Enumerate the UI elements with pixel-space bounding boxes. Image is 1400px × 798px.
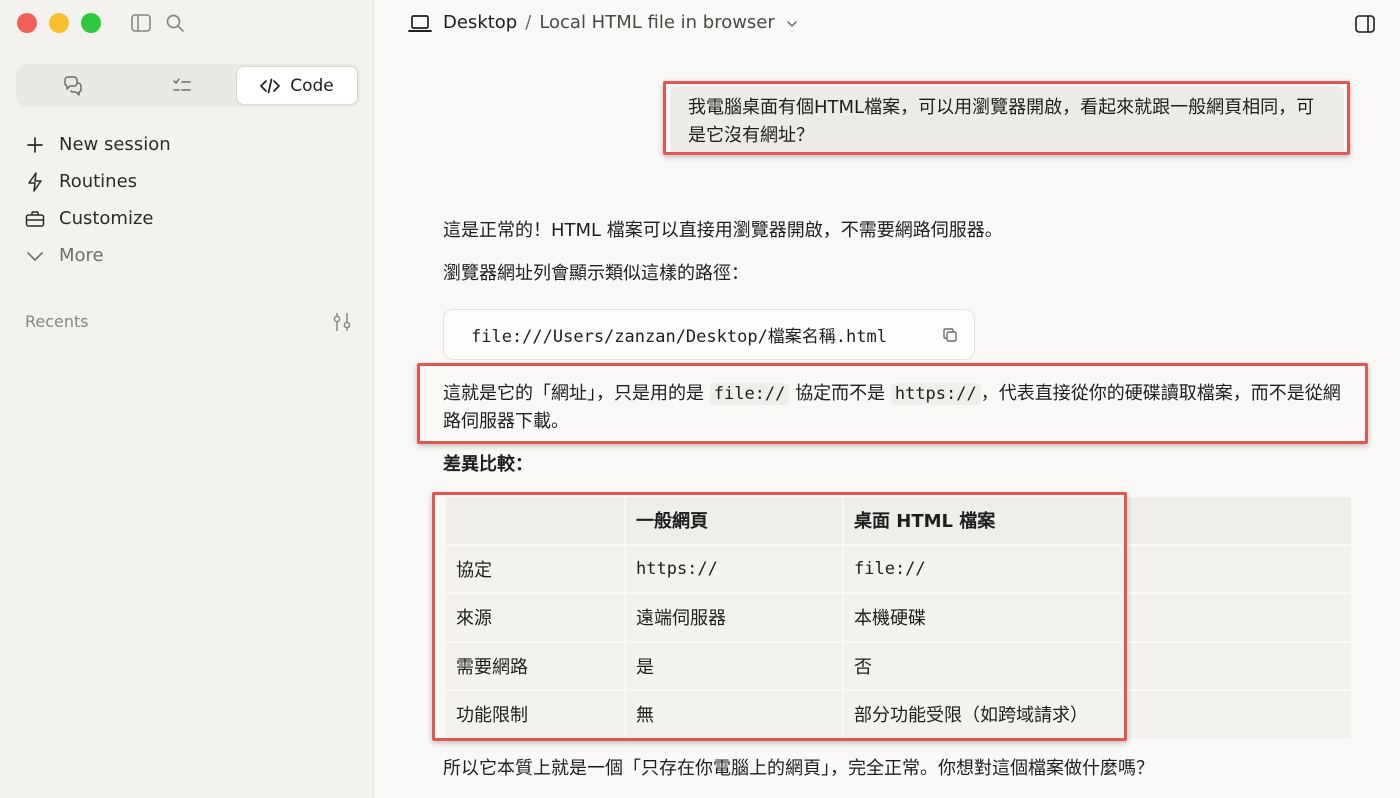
inline-code: https://: [890, 383, 981, 405]
table-filler-cell: [1124, 497, 1353, 546]
code-block: file:///Users/zanzan/Desktop/檔案名稱.html: [443, 309, 975, 360]
table-header-cell: 桌面 HTML 檔案: [844, 497, 1124, 546]
laptop-icon: [408, 14, 432, 34]
chevron-down-icon[interactable]: [787, 12, 797, 33]
checklist-icon: [171, 76, 193, 96]
table-row: 功能限制 無 部分功能受限（如跨域請求）: [446, 691, 1353, 740]
code-mode-label: Code: [290, 75, 334, 96]
table-cell: 功能限制: [446, 691, 626, 740]
sidebar-item-new-session[interactable]: New session: [24, 126, 354, 163]
breadcrumb-current[interactable]: Local HTML file in browser: [539, 12, 774, 33]
sidebar-nav: New session Routines Customize More: [24, 126, 354, 274]
side-panel-toggle-icon[interactable]: [1354, 14, 1376, 34]
breadcrumb-root[interactable]: Desktop: [443, 12, 517, 33]
sidebar-item-label: Routines: [59, 171, 138, 192]
code-text: file:///Users/zanzan/Desktop/檔案名稱.html: [471, 327, 887, 347]
table-cell: 協定: [446, 545, 626, 594]
chevron-down-icon: [24, 245, 46, 267]
table-row: 協定 https:// file://: [446, 545, 1353, 594]
table-cell: https://: [626, 545, 844, 594]
briefcase-icon: [24, 208, 46, 230]
mode-switcher: Code: [16, 64, 360, 107]
sidebar-toggle-icon[interactable]: [131, 14, 151, 32]
chat-bubbles-icon: [62, 75, 84, 96]
table-row: 需要網路 是 否: [446, 642, 1353, 691]
recents-heading: Recents: [25, 312, 89, 331]
reply-paragraph: 這是正常的！HTML 檔案可以直接用瀏覽器開啟，不需要網路伺服器。: [443, 220, 1003, 241]
search-icon[interactable]: [165, 13, 185, 33]
table-cell: 遠端伺服器: [626, 594, 844, 643]
sidebar-item-label: More: [59, 245, 104, 266]
user-message: 我電腦桌面有個HTML檔案，可以用瀏覽器開啟，看起來就跟一般網頁相同，可是它沒有…: [670, 86, 1344, 154]
chat-mode-tab[interactable]: [18, 66, 127, 105]
lightning-icon: [24, 171, 46, 193]
sidebar-item-more[interactable]: More: [24, 237, 354, 274]
breadcrumb[interactable]: Desktop / Local HTML file in browser: [443, 12, 797, 33]
sidebar-item-customize[interactable]: Customize: [24, 200, 354, 237]
table-cell: 部分功能受限（如跨域請求）: [844, 691, 1124, 740]
table-filler-cell: [1124, 642, 1353, 691]
table-cell: 否: [844, 642, 1124, 691]
sidebar-item-routines[interactable]: Routines: [24, 163, 354, 200]
reply-paragraph: 這就是它的「網址」，只是用的是 file:// 協定而不是 https://，代…: [443, 380, 1353, 436]
text-segment: 這就是它的「網址」，只是用的是: [443, 383, 710, 404]
table-filler-cell: [1124, 594, 1353, 643]
minimize-window-button[interactable]: [49, 13, 69, 33]
table-filler-cell: [1124, 545, 1353, 594]
reply-paragraph: 瀏覽器網址列會顯示類似這樣的路徑：: [443, 263, 749, 284]
table-header-cell: 一般網頁: [626, 497, 844, 546]
breadcrumb-separator: /: [525, 12, 532, 33]
inline-code: file://: [709, 383, 790, 405]
reply-paragraph: 所以它本質上就是一個「只存在你電腦上的網頁」，完全正常。你想對這個檔案做什麼嗎？: [443, 758, 1154, 779]
table-row: 來源 遠端伺服器 本機硬碟: [446, 594, 1353, 643]
tasks-mode-tab[interactable]: [127, 66, 236, 105]
table-filler-cell: [1124, 691, 1353, 740]
table-cell: 需要網路: [446, 642, 626, 691]
comparison-table: 一般網頁 桌面 HTML 檔案 協定 https:// file:// 來源 遠…: [446, 497, 1353, 740]
zoom-window-button[interactable]: [81, 13, 101, 33]
table-cell: file://: [844, 545, 1124, 594]
table-cell: 本機硬碟: [844, 594, 1124, 643]
table-header-row: 一般網頁 桌面 HTML 檔案: [446, 497, 1353, 546]
close-window-button[interactable]: [17, 13, 37, 33]
code-brackets-icon: [260, 78, 281, 94]
filter-sliders-icon[interactable]: [331, 311, 353, 333]
sidebar-item-label: New session: [59, 134, 171, 155]
table-header-cell: [446, 497, 626, 546]
table-cell: 無: [626, 691, 844, 740]
sidebar: Code New session Routines Customize More…: [0, 0, 374, 798]
table-cell: 來源: [446, 594, 626, 643]
comparison-heading: 差異比較：: [443, 454, 533, 475]
text-segment: 協定而不是: [789, 383, 891, 404]
top-bar: Desktop / Local HTML file in browser: [374, 0, 1400, 50]
window-controls: [17, 13, 101, 33]
copy-icon[interactable]: [942, 327, 958, 343]
code-mode-tab[interactable]: Code: [236, 66, 358, 105]
plus-icon: [24, 134, 46, 156]
table-cell: 是: [626, 642, 844, 691]
sidebar-item-label: Customize: [59, 208, 154, 229]
